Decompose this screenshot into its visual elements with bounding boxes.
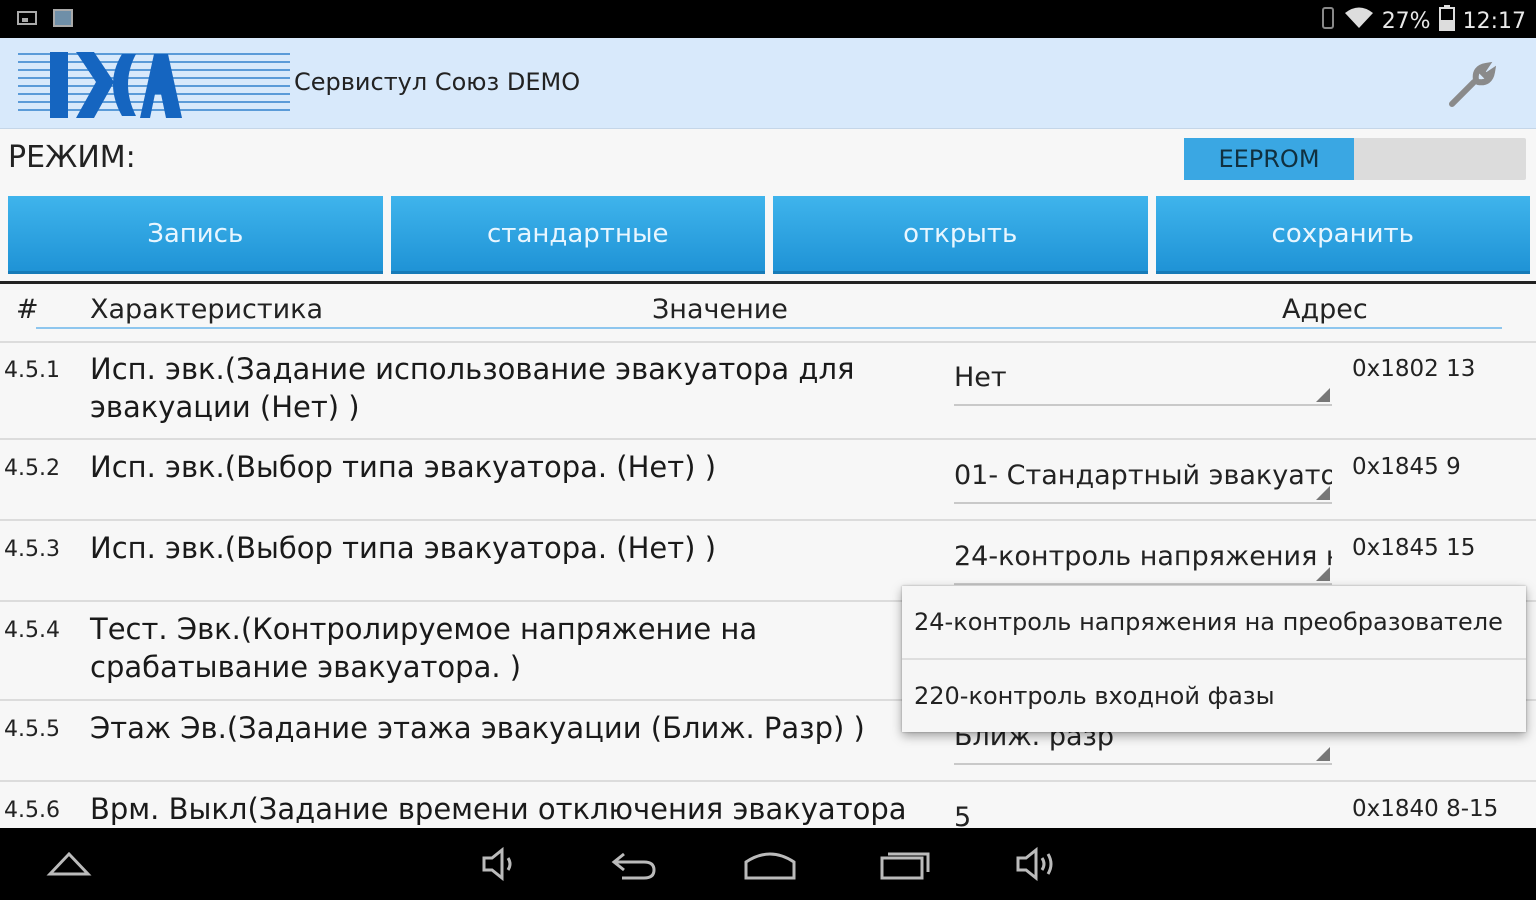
battery-percent: 27% [1381,8,1431,34]
row-description: Тест. Эвк.(Контролируемое напряжение на … [90,612,758,684]
spinner-arrow-icon [1316,486,1330,500]
volume-up-icon[interactable] [1012,844,1062,884]
vibrate-icon [1320,6,1336,36]
header-num: # [16,294,39,325]
header-underline [36,327,1502,329]
up-icon[interactable] [44,844,94,884]
divider [0,519,1536,521]
spinner-arrow-icon [1316,388,1330,402]
header-value: Значение [652,294,788,325]
status-bar: 27% 12:17 [0,0,1536,38]
record-button[interactable]: Запись [8,196,383,274]
spinner-value: 01- Стандартный эвакуатор [954,460,1332,491]
row-description: Этаж Эв.(Задание этажа эвакуации (Ближ. … [90,711,865,745]
save-button[interactable]: сохранить [1155,196,1530,274]
dropdown-option[interactable]: 220-контроль входной фазы [902,660,1526,732]
row-num: 4.5.5 [4,717,60,742]
gallery-notification-icon [52,8,74,28]
value-spinner[interactable]: 01- Стандартный эвакуатор [954,452,1332,504]
action-button-row: Запись стандартные открыть сохранить [8,196,1530,274]
row-address: 0x1840 8-15 [1352,796,1499,822]
row-address: 0x1845 15 [1352,535,1476,561]
back-icon[interactable] [608,844,658,884]
app-bar: Сервистул Союз DEMO [0,38,1536,129]
spinner-value: 24-контроль напряжения на преобразовател… [954,541,1332,572]
recents-icon[interactable] [878,844,930,884]
open-button[interactable]: открыть [773,196,1148,274]
row-num: 4.5.3 [4,537,60,562]
clock: 12:17 [1462,8,1526,34]
volume-down-icon[interactable] [474,844,524,884]
value-spinner[interactable]: Нет [954,354,1332,406]
spinner-dropdown: 24-контроль напряжения на преобразовател… [902,586,1526,732]
company-logo [18,46,290,122]
eeprom-toggle[interactable]: EEPROM [1184,138,1526,180]
navigation-bar [0,828,1536,900]
row-description: Исп. эвк.(Выбор типа эвакуатора. (Нет) ) [90,450,717,484]
spinner-arrow-icon [1316,747,1330,761]
dropdown-option[interactable]: 24-контроль напряжения на преобразовател… [902,586,1526,658]
spinner-arrow-icon [1316,567,1330,581]
row-description: Врм. Выкл(Задание времени отключения эва… [90,792,907,826]
standard-button[interactable]: стандартные [390,196,765,274]
mode-label: РЕЖИМ: [8,140,136,175]
row-description: Исп. эвк.(Выбор типа эвакуатора. (Нет) ) [90,531,717,565]
row-description: Исп. эвк.(Задание использование эвакуато… [90,352,855,424]
screenshot-notification-icon [16,8,38,28]
row-num: 4.5.6 [4,798,60,823]
home-icon[interactable] [742,844,796,884]
wifi-icon [1344,6,1374,36]
row-address: 0x1845 9 [1352,454,1461,480]
spinner-value: Нет [954,362,1007,393]
divider [0,438,1536,440]
header-characteristic: Характеристика [90,294,324,325]
table-header: # Характеристика Значение Адрес [0,288,1536,330]
row-num: 4.5.4 [4,618,60,643]
row-num: 4.5.2 [4,456,60,481]
row-address: 0x1802 13 [1352,356,1476,382]
wrench-icon[interactable] [1446,60,1497,110]
value-spinner[interactable]: 24-контроль напряжения на преобразовател… [954,533,1332,585]
divider [0,281,1536,284]
header-address: Адрес [1282,294,1368,325]
battery-icon [1438,5,1455,37]
row-num: 4.5.1 [4,358,60,383]
divider [0,780,1536,782]
app-title: Сервистул Союз DEMO [294,68,581,96]
divider [0,341,1536,343]
eeprom-toggle-label: EEPROM [1184,138,1354,180]
